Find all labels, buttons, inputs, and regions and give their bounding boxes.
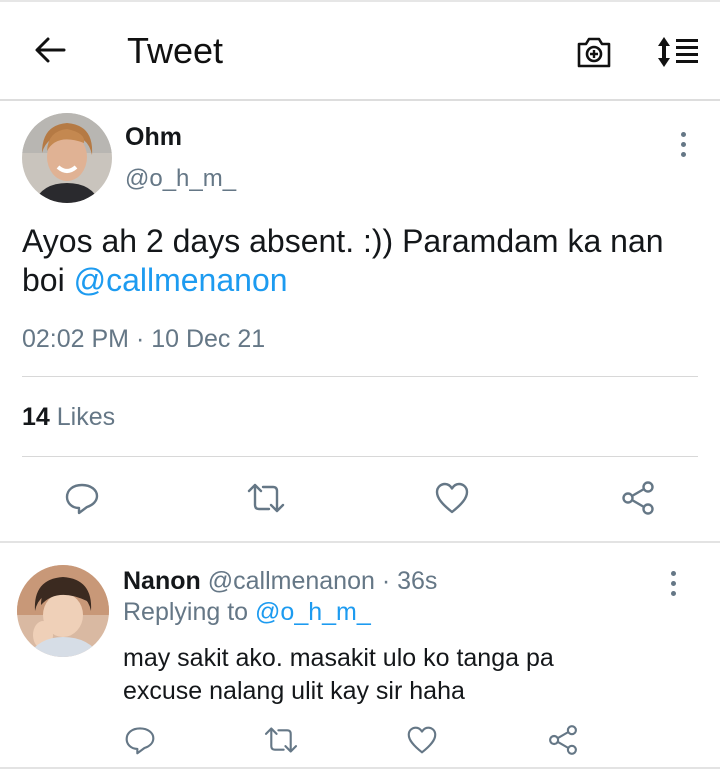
app-header: Tweet xyxy=(0,2,720,100)
more-dot-icon xyxy=(680,141,686,147)
likes-label: Likes xyxy=(56,403,116,431)
reply-author-name[interactable]: Nanon xyxy=(123,567,201,595)
like-button[interactable] xyxy=(432,478,472,518)
sort-icon xyxy=(658,37,698,67)
more-dot-icon xyxy=(670,590,676,596)
more-dot-icon xyxy=(670,570,676,576)
camera-button[interactable] xyxy=(570,30,618,74)
retweet-icon xyxy=(247,483,285,513)
page-title: Tweet xyxy=(127,30,224,71)
like-button[interactable] xyxy=(402,720,442,760)
avatar[interactable] xyxy=(22,113,112,203)
likes-count: 14 xyxy=(22,403,50,431)
share-button[interactable] xyxy=(543,720,583,760)
more-dot-icon xyxy=(680,131,686,137)
retweet-icon xyxy=(264,727,298,753)
share-icon xyxy=(622,481,654,515)
author-name[interactable]: Ohm xyxy=(125,123,182,152)
more-options-button[interactable] xyxy=(671,126,695,162)
reply-text-line: may sakit ako. masakit ulo ko tanga pa xyxy=(123,644,554,672)
reply-time: · 36s xyxy=(381,567,438,595)
reply-icon xyxy=(125,727,155,755)
header-divider xyxy=(0,99,720,101)
section-divider xyxy=(0,541,720,543)
back-arrow-icon xyxy=(35,37,66,63)
mention-link[interactable]: @callmenanon xyxy=(74,262,288,298)
share-icon xyxy=(549,725,577,755)
reply-icon xyxy=(65,483,99,515)
reply-button[interactable] xyxy=(120,720,160,760)
retweet-button[interactable] xyxy=(261,720,301,760)
replying-label: Replying to xyxy=(123,598,249,626)
back-button[interactable] xyxy=(28,28,72,72)
reply-text: may sakit ako. masakit ulo ko tanga pa e… xyxy=(123,642,683,708)
avatar[interactable] xyxy=(17,565,109,657)
more-options-button[interactable] xyxy=(661,565,685,601)
reply-header: Nanon @callmenanon · 36s xyxy=(123,567,437,596)
tweet-timestamp: 02:02 PM · 10 Dec 21 xyxy=(22,325,266,353)
replying-to: Replying to @o_h_m_ xyxy=(123,598,371,627)
profile-photo xyxy=(22,113,112,203)
reply-text-line: excuse nalang ulit kay sir haha xyxy=(123,677,465,705)
author-handle[interactable]: @o_h_m_ xyxy=(125,165,236,193)
sort-button[interactable] xyxy=(650,30,706,74)
retweet-button[interactable] xyxy=(246,478,286,518)
more-dot-icon xyxy=(670,580,676,586)
profile-photo xyxy=(17,565,109,657)
reply-author-handle[interactable]: @callmenanon xyxy=(208,567,375,595)
heart-icon xyxy=(435,482,469,514)
camera-add-icon xyxy=(577,37,611,68)
tweet-text: Ayos ah 2 days absent. :)) Paramdam ka n… xyxy=(22,222,702,300)
heart-icon xyxy=(407,726,437,754)
divider xyxy=(22,376,698,377)
more-dot-icon xyxy=(680,151,686,157)
likes-stat[interactable]: 14 Likes xyxy=(22,403,115,432)
replying-handle-link[interactable]: @o_h_m_ xyxy=(255,598,371,626)
divider xyxy=(22,456,698,457)
reply-button[interactable] xyxy=(62,478,102,518)
share-button[interactable] xyxy=(618,478,658,518)
